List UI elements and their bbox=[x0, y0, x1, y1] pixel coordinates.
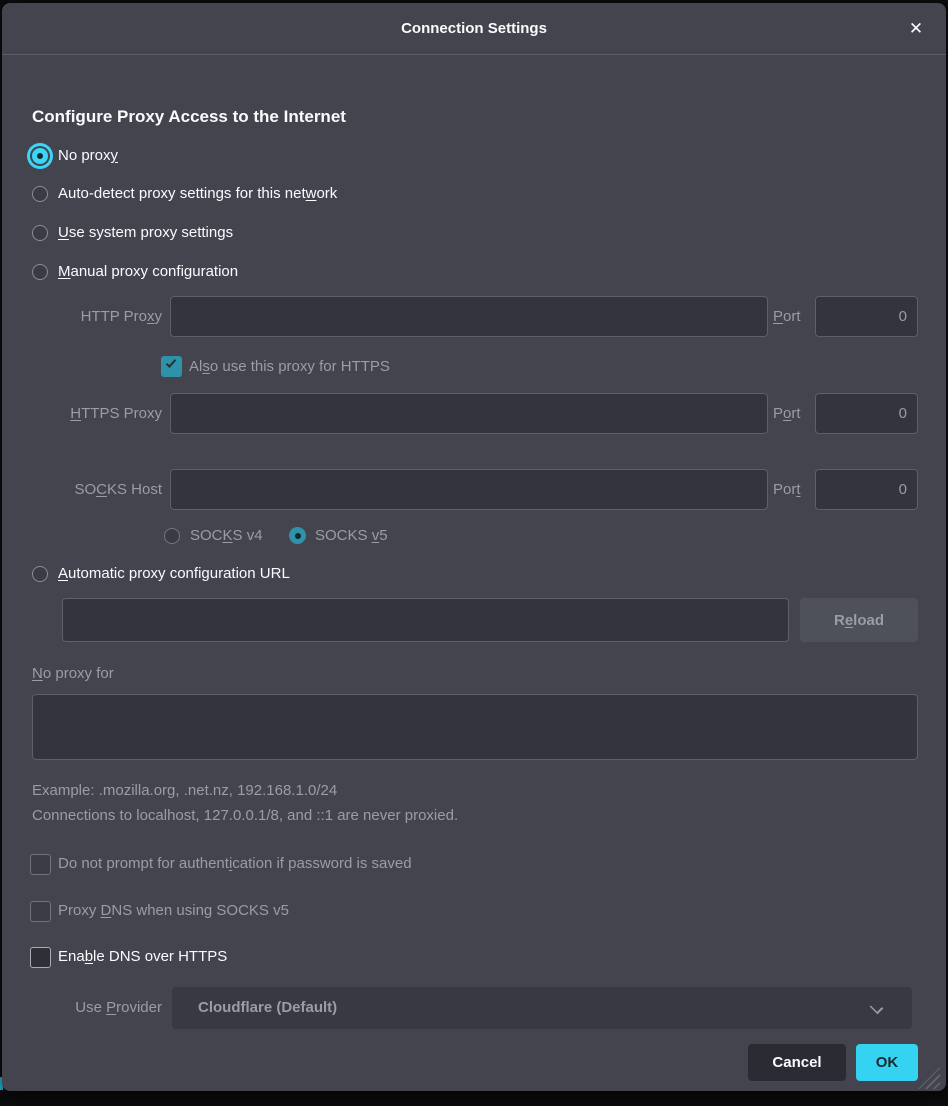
radio-manual-proxy[interactable] bbox=[32, 264, 48, 280]
page-title: Configure Proxy Access to the Internet bbox=[32, 107, 346, 127]
http-proxy-input[interactable] bbox=[170, 296, 768, 337]
checkbox-no-auth-prompt[interactable] bbox=[30, 854, 51, 875]
no-proxy-for-label: No proxy for bbox=[32, 663, 114, 685]
https-port-input[interactable] bbox=[815, 393, 918, 434]
socks-host-input[interactable] bbox=[170, 469, 768, 510]
radio-manual-proxy-label: Manual proxy configuration bbox=[58, 261, 238, 283]
socks-port-input[interactable] bbox=[815, 469, 918, 510]
checkbox-dns-over-https[interactable] bbox=[30, 947, 51, 968]
reload-button[interactable]: Reload bbox=[800, 598, 918, 642]
close-icon[interactable]: ✕ bbox=[904, 17, 928, 41]
no-proxy-example-text: Example: .mozilla.org, .net.nz, 192.168.… bbox=[32, 780, 337, 802]
radio-socks-v5-label: SOCKS v5 bbox=[315, 525, 388, 547]
localhost-note-text: Connections to localhost, 127.0.0.1/8, a… bbox=[32, 805, 458, 827]
radio-auto-detect[interactable] bbox=[32, 186, 48, 202]
provider-dropdown-value: Cloudflare (Default) bbox=[198, 987, 337, 1029]
autoconfig-url-input[interactable] bbox=[62, 598, 789, 642]
radio-no-proxy[interactable] bbox=[32, 148, 48, 164]
radio-socks-v4[interactable] bbox=[164, 528, 180, 544]
dialog-titlebar: Connection Settings ✕ bbox=[2, 3, 946, 55]
socks-host-label: SOCKS Host bbox=[32, 479, 162, 501]
https-port-label: Port bbox=[773, 403, 801, 425]
http-port-label: Port bbox=[773, 306, 801, 328]
radio-auto-url[interactable] bbox=[32, 566, 48, 582]
radio-auto-url-label: Automatic proxy configuration URL bbox=[58, 563, 290, 585]
radio-socks-v4-label: SOCKS v4 bbox=[190, 525, 263, 547]
radio-no-proxy-label: No proxy bbox=[58, 145, 118, 167]
resize-grip[interactable] bbox=[918, 1067, 940, 1089]
socks-port-label: Port bbox=[773, 479, 801, 501]
checkbox-also-https[interactable] bbox=[161, 356, 182, 377]
radio-socks-v5[interactable] bbox=[289, 527, 306, 544]
radio-system-proxy-label: Use system proxy settings bbox=[58, 222, 233, 244]
provider-dropdown[interactable]: Cloudflare (Default) bbox=[172, 987, 912, 1029]
chevron-down-icon bbox=[871, 1002, 882, 1013]
no-proxy-for-textarea[interactable] bbox=[32, 694, 918, 760]
checkbox-no-auth-prompt-label: Do not prompt for authentication if pass… bbox=[58, 853, 412, 875]
checkbox-also-https-label: Also use this proxy for HTTPS bbox=[189, 356, 390, 378]
radio-auto-detect-label: Auto-detect proxy settings for this netw… bbox=[58, 183, 337, 205]
use-provider-label: Use Provider bbox=[32, 997, 162, 1019]
dialog-title: Connection Settings bbox=[2, 3, 946, 55]
ok-button[interactable]: OK bbox=[856, 1044, 918, 1081]
checkmark-icon bbox=[166, 357, 176, 368]
radio-system-proxy[interactable] bbox=[32, 225, 48, 241]
https-proxy-label: HTTPS Proxy bbox=[32, 403, 162, 425]
checkbox-proxy-dns-label: Proxy DNS when using SOCKS v5 bbox=[58, 900, 289, 922]
cancel-button[interactable]: Cancel bbox=[748, 1044, 846, 1081]
https-proxy-input[interactable] bbox=[170, 393, 768, 434]
connection-settings-dialog: Connection Settings ✕ Configure Proxy Ac… bbox=[2, 3, 946, 1091]
http-proxy-label: HTTP Proxy bbox=[32, 306, 162, 328]
checkbox-proxy-dns[interactable] bbox=[30, 901, 51, 922]
http-port-input[interactable] bbox=[815, 296, 918, 337]
checkbox-dns-over-https-label: Enable DNS over HTTPS bbox=[58, 946, 227, 968]
